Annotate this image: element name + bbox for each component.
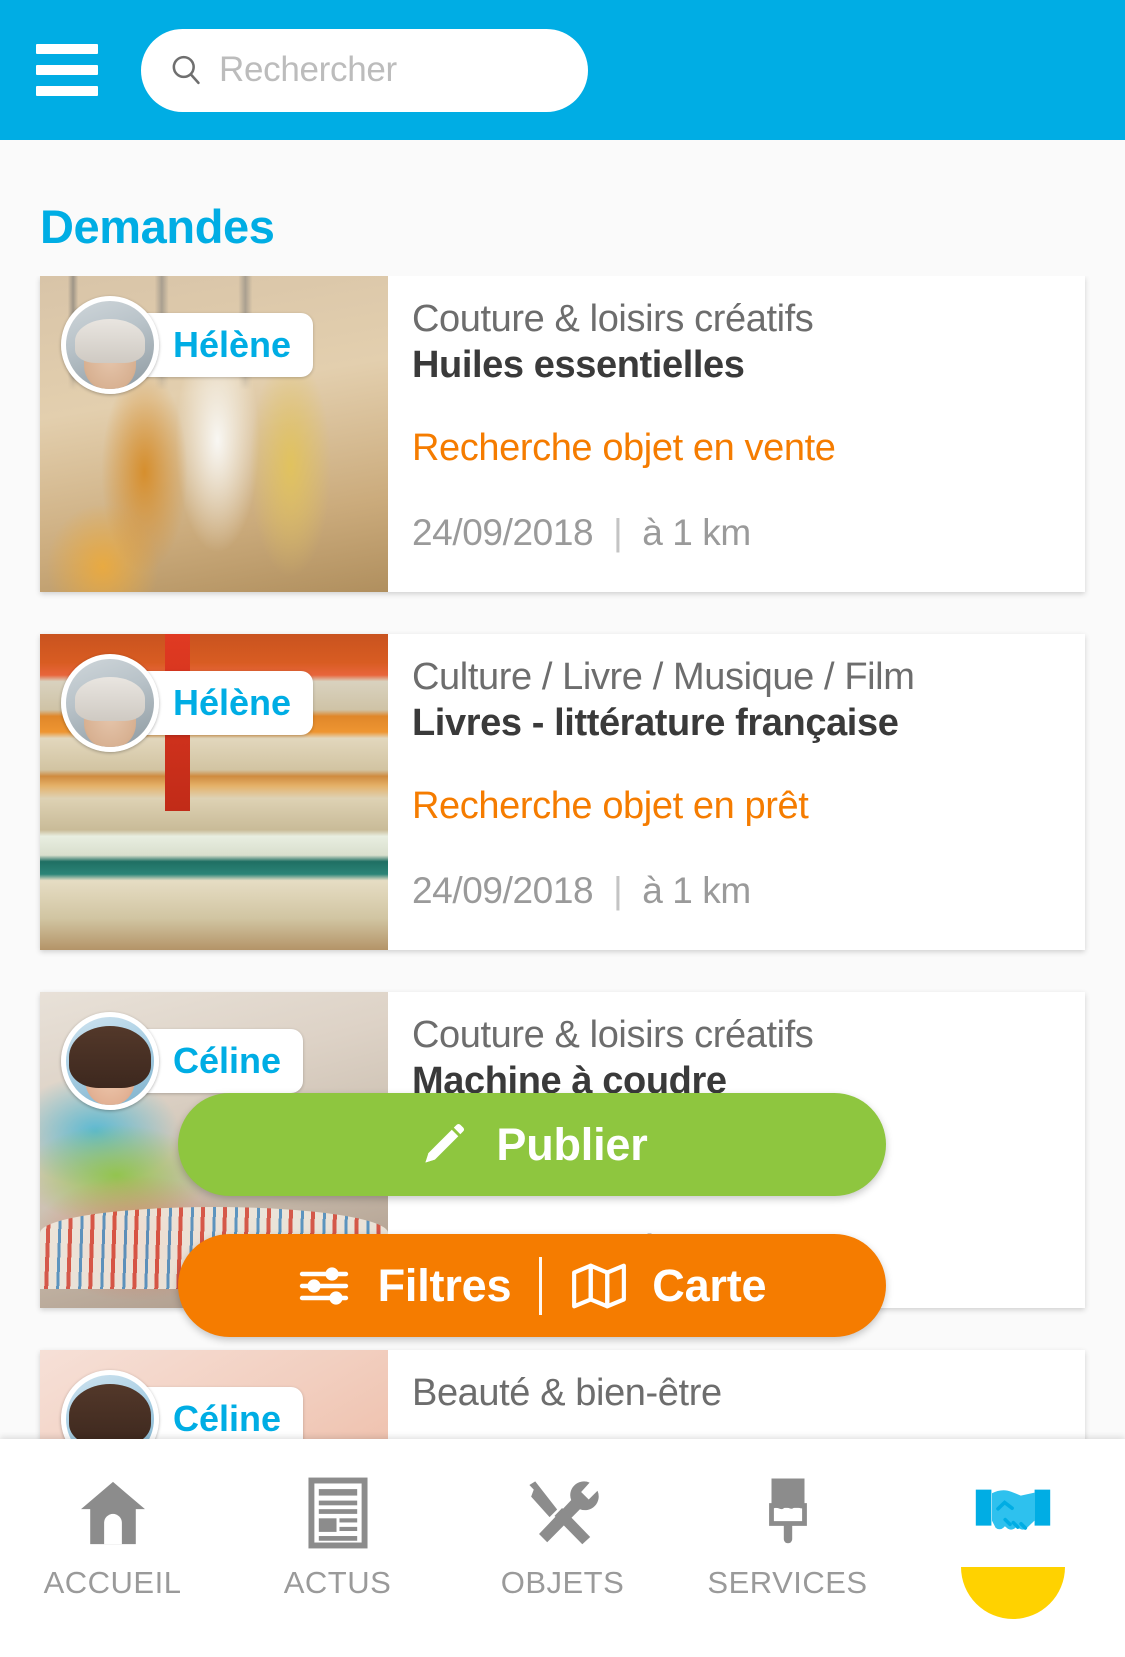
avatar	[61, 1012, 159, 1110]
card-date: 24/09/2018	[412, 512, 594, 554]
publish-button[interactable]: Publier	[178, 1093, 886, 1196]
nav-label-actus: ACTUS	[283, 1565, 392, 1600]
search-input[interactable]: Rechercher	[141, 28, 588, 112]
hamburger-bar	[36, 65, 98, 75]
card-category: Culture / Livre / Musique / Film	[412, 656, 915, 698]
card-meta-separator: |	[613, 870, 623, 912]
card-meta: 24/09/2018 | à 1 km	[412, 870, 1085, 912]
tools-icon	[523, 1473, 603, 1553]
filters-button[interactable]: Filtres	[298, 1259, 512, 1312]
app-header: Rechercher	[0, 0, 1125, 140]
card-meta: 24/09/2018 | à 1 km	[412, 512, 1085, 554]
brush-icon	[758, 1473, 818, 1553]
map-button[interactable]: Carte	[570, 1259, 767, 1312]
filters-map-bar: Filtres Carte	[178, 1234, 886, 1337]
card-user: Hélène	[61, 654, 314, 752]
card-photo: Hélène	[40, 634, 388, 950]
nav-label-accueil: ACCUEIL	[43, 1565, 182, 1600]
card-kind: Recherche objet en vente	[412, 427, 836, 470]
search-icon	[172, 55, 200, 85]
newspaper-icon	[307, 1473, 369, 1553]
card-kind: Recherche objet en prêt	[412, 785, 809, 828]
handshake-icon	[971, 1473, 1055, 1553]
card-category: Couture & loisirs créatifs	[412, 298, 814, 340]
search-placeholder: Rechercher	[219, 50, 397, 89]
nav-item-services[interactable]: SERVICES	[675, 1439, 900, 1657]
card-date: 24/09/2018	[412, 870, 594, 912]
nav-item-accueil[interactable]: ACCUEIL	[0, 1439, 225, 1657]
card-user: Hélène	[61, 296, 314, 394]
smile-indicator	[960, 1567, 1065, 1619]
page-title: Demandes	[40, 200, 275, 253]
hamburger-bar	[36, 86, 98, 96]
hamburger-menu-icon[interactable]	[36, 44, 98, 96]
nav-item-echanges[interactable]	[900, 1439, 1125, 1657]
nav-label-objets: OBJETS	[500, 1565, 625, 1600]
card-title: Livres - littérature française	[412, 701, 899, 744]
card-body: Couture & loisirs créatifs Huiles essent…	[388, 276, 1085, 592]
card-distance: à 1 km	[642, 512, 751, 554]
pencil-icon	[425, 1123, 465, 1163]
filters-button-label: Filtres	[377, 1259, 512, 1311]
card-category: Beauté & bien-être	[412, 1372, 722, 1414]
sliders-icon	[299, 1266, 348, 1305]
fab-divider	[539, 1256, 543, 1315]
hamburger-bar	[36, 44, 98, 54]
nav-label-services: SERVICES	[707, 1565, 868, 1600]
card-body: Culture / Livre / Musique / Film Livres …	[388, 634, 1085, 950]
publish-button-label: Publier	[496, 1118, 648, 1170]
map-button-label: Carte	[652, 1259, 767, 1311]
home-icon	[74, 1473, 152, 1553]
avatar	[61, 654, 159, 752]
avatar	[61, 296, 159, 394]
card-category: Couture & loisirs créatifs	[412, 1014, 814, 1056]
map-icon	[572, 1263, 627, 1308]
bottom-navigation: ACCUEIL ACTUS OBJETS SERVICES	[0, 1439, 1125, 1657]
card-meta-separator: |	[613, 512, 623, 554]
card-title: Huiles essentielles	[412, 343, 745, 386]
card-photo: Hélène	[40, 276, 388, 592]
nav-item-objets[interactable]: OBJETS	[450, 1439, 675, 1657]
list-item[interactable]: Hélène Couture & loisirs créatifs Huiles…	[40, 276, 1085, 592]
nav-item-actus[interactable]: ACTUS	[225, 1439, 450, 1657]
app-root: Rechercher Demandes Hélène Couture & loi…	[0, 0, 1125, 1657]
card-distance: à 1 km	[642, 870, 751, 912]
list-item[interactable]: Hélène Culture / Livre / Musique / Film …	[40, 634, 1085, 950]
